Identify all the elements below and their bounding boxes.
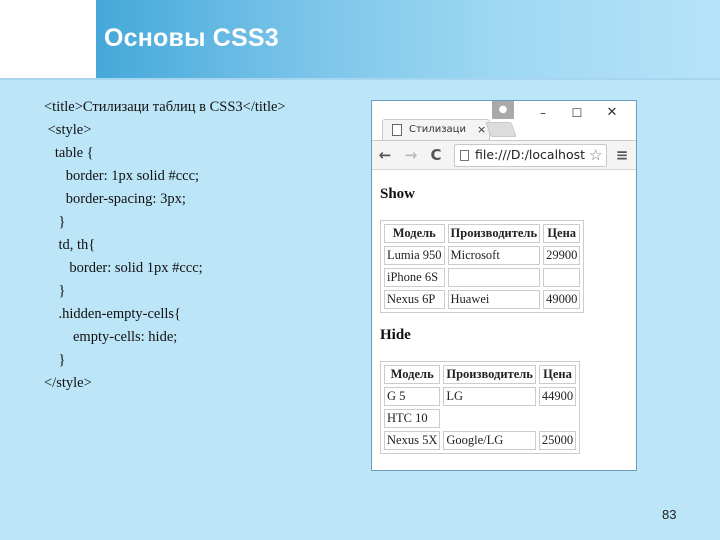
show-heading: Show — [380, 186, 416, 202]
table-row: Nexus 6P Huawei 49000 — [384, 290, 581, 309]
table-header-row: Модель Производитель Цена — [384, 365, 577, 384]
table-cell: LG — [443, 387, 536, 406]
reload-button[interactable]: C — [427, 146, 445, 164]
code-line: border-spacing: 3px; — [44, 191, 186, 207]
forward-button[interactable]: → — [402, 146, 420, 164]
browser-page: Show Модель Производитель Цена Lumia 950… — [372, 170, 636, 470]
table-cell — [447, 268, 541, 287]
profile-button[interactable]: ● — [492, 101, 514, 119]
page-icon — [460, 150, 469, 161]
code-line: <title>Стилизаци таблиц в CSS3</title> — [44, 99, 286, 115]
tab-active[interactable]: Стилизаци × — [382, 119, 490, 141]
table-cell: 29900 — [543, 246, 581, 265]
table-cell: 25000 — [538, 431, 577, 450]
hide-heading: Hide — [380, 327, 411, 343]
table-cell — [443, 409, 536, 428]
table-row: iPhone 6S — [384, 268, 581, 287]
hide-table: Модель Производитель Цена G 5 LG 44900 H… — [380, 361, 581, 454]
table-row: Nexus 5X Google/LG 25000 — [384, 431, 577, 450]
table-row: G 5 LG 44900 — [384, 387, 577, 406]
header-cell: Модель — [384, 365, 441, 384]
close-window-button[interactable]: ✕ — [601, 105, 623, 121]
tab-title: Стилизаци — [409, 124, 466, 135]
table-row: HTC 10 — [384, 409, 577, 428]
menu-button[interactable]: ≡ — [614, 146, 630, 164]
code-line: <style> — [44, 122, 92, 138]
table-cell: 44900 — [538, 387, 577, 406]
table-cell: Lumia 950 — [384, 246, 445, 265]
table-cell: Nexus 5X — [384, 431, 441, 450]
browser-window: ● – ☐ ✕ Стилизаци × ← → C file:///D:/loc… — [371, 100, 637, 471]
page-icon — [392, 124, 402, 136]
person-icon: ● — [498, 104, 508, 115]
header-divider — [0, 78, 720, 80]
code-line: empty-cells: hide; — [44, 329, 178, 345]
table-cell: Microsoft — [447, 246, 541, 265]
browser-toolbar: ← → C file:///D:/localhost ☆ ≡ — [372, 140, 636, 170]
code-line: border: solid 1px #ccc; — [44, 260, 203, 276]
table-cell: iPhone 6S — [384, 268, 445, 287]
table-cell: Nexus 6P — [384, 290, 445, 309]
header-cell: Модель — [384, 224, 445, 243]
table-cell: Google/LG — [443, 431, 536, 450]
code-line: } — [44, 352, 66, 368]
code-line: td, th{ — [44, 237, 96, 253]
code-line: .hidden-empty-cells{ — [44, 306, 182, 322]
table-cell — [538, 409, 577, 428]
code-line: table { — [44, 145, 94, 161]
code-line: } — [44, 214, 66, 230]
minimize-button[interactable]: – — [532, 105, 554, 121]
code-line: } — [44, 283, 66, 299]
back-button[interactable]: ← — [376, 146, 394, 164]
header-logo-area — [0, 0, 96, 78]
code-line: </style> — [44, 375, 92, 391]
header-cell: Производитель — [443, 365, 536, 384]
new-tab-button[interactable] — [485, 122, 517, 137]
table-cell: 49000 — [543, 290, 581, 309]
slide-number: 83 — [662, 507, 677, 522]
address-text[interactable]: file:///D:/localhost — [475, 147, 585, 162]
table-row: Lumia 950 Microsoft 29900 — [384, 246, 581, 265]
star-icon[interactable]: ☆ — [589, 146, 602, 164]
tab-close-button[interactable]: × — [477, 123, 486, 136]
table-cell: HTC 10 — [384, 409, 441, 428]
header-cell: Производитель — [447, 224, 541, 243]
header-cell: Цена — [538, 365, 577, 384]
table-cell — [543, 268, 581, 287]
slide-title: Основы CSS3 — [104, 24, 279, 52]
maximize-button[interactable]: ☐ — [566, 105, 588, 121]
header-cell: Цена — [543, 224, 581, 243]
code-line: border: 1px solid #ccc; — [44, 168, 200, 184]
browser-titlebar: ● – ☐ ✕ Стилизаци × — [372, 101, 636, 141]
show-table: Модель Производитель Цена Lumia 950 Micr… — [380, 220, 585, 313]
table-cell: Huawei — [447, 290, 541, 309]
table-cell: G 5 — [384, 387, 441, 406]
code-block: <title>Стилизаци таблиц в CSS3</title> <… — [44, 96, 286, 395]
table-header-row: Модель Производитель Цена — [384, 224, 581, 243]
address-bar[interactable]: file:///D:/localhost ☆ — [454, 144, 607, 167]
